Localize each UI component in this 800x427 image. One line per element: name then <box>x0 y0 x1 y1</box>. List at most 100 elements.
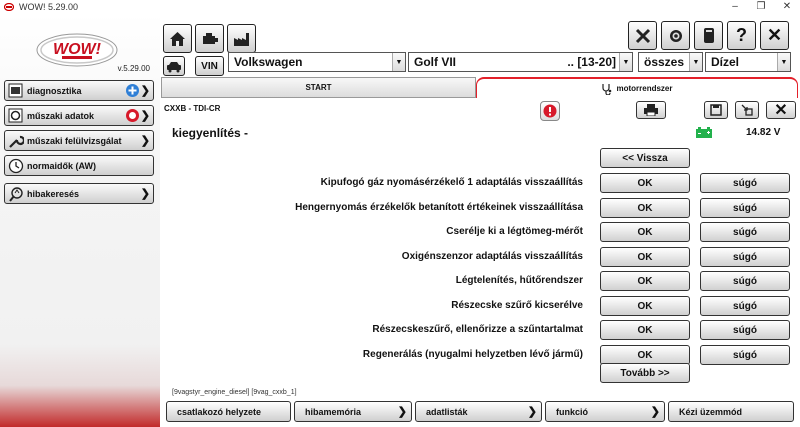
model-select[interactable]: Golf VII .. [13-20] ▼ <box>408 52 633 72</box>
footer-function-button[interactable]: funkció ❯ <box>545 401 665 422</box>
ring-badge-icon <box>126 109 139 122</box>
sidebar-item-technical-data[interactable]: műszaki adatok ❯ <box>4 105 154 126</box>
page-title: kiegyenlítés - <box>172 126 249 140</box>
wrench-icon <box>7 132 24 149</box>
book-button[interactable] <box>694 21 723 50</box>
tab-bar: START motorrendszer <box>160 77 800 98</box>
print-button[interactable] <box>636 101 666 119</box>
make-value: Volkswagen <box>234 55 303 69</box>
help-button[interactable]: ? <box>727 21 756 50</box>
make-select[interactable]: Volkswagen ▼ <box>228 52 406 72</box>
footer-manual-mode-button[interactable]: Kézi üzemmód <box>668 401 794 422</box>
sidebar-item-label: műszaki adatok <box>27 110 95 121</box>
maximize-button[interactable]: ❐ <box>748 1 774 12</box>
close-icon: ✕ <box>766 25 783 45</box>
tab-start[interactable]: START <box>161 77 476 98</box>
footer-data-lists-button[interactable]: adatlisták ❯ <box>415 401 542 422</box>
adaptation-label: Légtelenítés, hűtőrendszer <box>455 275 583 286</box>
ok-button[interactable]: OK <box>600 320 690 340</box>
help-text-button[interactable]: súgó <box>700 320 790 340</box>
tab-label: START <box>305 83 332 92</box>
ok-button[interactable]: OK <box>600 345 690 365</box>
sidebar-item-label: normaidők (AW) <box>27 160 96 171</box>
ok-button[interactable]: OK <box>600 173 690 193</box>
home-icon <box>170 31 185 46</box>
home-button[interactable] <box>163 24 192 53</box>
panel-close-button[interactable]: ✕ <box>766 101 796 119</box>
footer-fault-memory-button[interactable]: hibamemória ❯ <box>294 401 412 422</box>
ok-button[interactable]: OK <box>600 247 690 267</box>
tools-icon <box>635 28 650 43</box>
chevron-right-icon: ❯ <box>140 110 150 122</box>
engine-code: CXXB - TDI-CR <box>164 104 221 113</box>
help-text-button[interactable]: súgó <box>700 222 790 242</box>
app-icon <box>4 2 14 11</box>
factory-icon <box>233 32 249 46</box>
filter-select[interactable]: összes ▼ <box>638 52 703 72</box>
vin-button[interactable]: VIN <box>195 56 224 76</box>
printer-icon <box>644 104 658 116</box>
model-year-value: .. [13-20] <box>567 55 616 69</box>
help-text-button[interactable]: súgó <box>700 173 790 193</box>
sidebar-item-inspection[interactable]: műszaki felülvizsgálat ❯ <box>4 130 154 151</box>
chevron-down-icon: ▼ <box>777 53 790 71</box>
help-text-button[interactable]: súgó <box>700 198 790 218</box>
left-panel: WOW! v.5.29.00 diagnosztika ❯ műszaki ad… <box>0 13 160 427</box>
voltage-value: 14.82 V <box>746 127 781 138</box>
sidebar-item-diagnostics[interactable]: diagnosztika ❯ <box>4 80 154 101</box>
tab-motorrendszer[interactable]: motorrendszer <box>476 77 798 98</box>
settings-button[interactable] <box>661 21 690 50</box>
ok-button[interactable]: OK <box>600 296 690 316</box>
sidebar-item-label: diagnosztika <box>27 85 82 96</box>
ok-button[interactable]: OK <box>600 222 690 242</box>
diagnostics-icon <box>7 82 24 99</box>
save-button[interactable] <box>704 101 728 119</box>
window-close-button[interactable]: ✕ <box>774 1 800 12</box>
resize-button[interactable] <box>735 101 759 119</box>
footer-connector-position-button[interactable]: csatlakozó helyzete <box>166 401 291 422</box>
ok-button[interactable]: OK <box>600 271 690 291</box>
footer-button-label: funkció <box>556 406 589 417</box>
sidebar-item-troubleshooting[interactable]: hibakeresés ❯ <box>4 183 154 204</box>
help-icon: ? <box>736 25 747 45</box>
help-text-button[interactable]: súgó <box>700 296 790 316</box>
footer-button-label: csatlakozó helyzete <box>177 406 262 417</box>
engine-button[interactable] <box>195 24 224 53</box>
next-button[interactable]: Tovább >> <box>600 363 690 383</box>
close-button[interactable]: ✕ <box>760 21 789 50</box>
sidebar-item-labor-times[interactable]: normaidők (AW) <box>4 155 154 176</box>
adaptation-label: Kipufogó gáz nyomásérzékelő 1 adaptálás … <box>320 177 583 188</box>
technical-data-icon <box>7 107 24 124</box>
window-titlebar: WOW! 5.29.00 – ❐ ✕ <box>0 0 800 13</box>
factory-button[interactable] <box>227 24 256 53</box>
plus-badge-icon <box>126 84 139 97</box>
tools-button[interactable] <box>628 21 657 50</box>
chevron-right-icon: ❯ <box>140 135 150 147</box>
minimize-button[interactable]: – <box>722 1 748 12</box>
warning-button[interactable] <box>540 101 560 121</box>
footer-button-label: adatlisták <box>426 406 468 417</box>
stethoscope-icon <box>602 83 612 95</box>
adaptation-label: Cserélje ki a légtömeg-mérőt <box>446 226 583 237</box>
svg-text:WOW!: WOW! <box>53 41 102 58</box>
fuel-select[interactable]: Dízel ▼ <box>705 52 791 72</box>
back-button[interactable]: << Vissza <box>600 148 690 168</box>
chevron-down-icon: ▼ <box>689 53 702 71</box>
adaptation-label: Hengernyomás érzékelők betanított értéke… <box>295 202 583 213</box>
help-text-button[interactable]: súgó <box>700 247 790 267</box>
ok-button[interactable]: OK <box>600 198 690 218</box>
adaptation-label: Oxigénszenzor adaptálás visszaállítás <box>401 251 583 262</box>
help-text-button[interactable]: súgó <box>700 271 790 291</box>
close-icon: ✕ <box>774 102 788 119</box>
version-label: v.5.29.00 <box>117 64 150 73</box>
help-text-button[interactable]: súgó <box>700 345 790 365</box>
filter-value: összes <box>644 55 685 69</box>
sidebar-item-label: műszaki felülvizsgálat <box>27 135 122 146</box>
chevron-right-icon: ❯ <box>140 188 150 200</box>
adaptation-label: Részecskeszűrő, ellenőrizze a szűntartal… <box>372 324 583 335</box>
clock-icon <box>7 157 24 174</box>
chevron-down-icon: ▼ <box>392 53 405 71</box>
window-controls: – ❐ ✕ <box>722 1 800 12</box>
engine-icon <box>202 33 218 44</box>
car-list-button[interactable] <box>163 56 185 76</box>
